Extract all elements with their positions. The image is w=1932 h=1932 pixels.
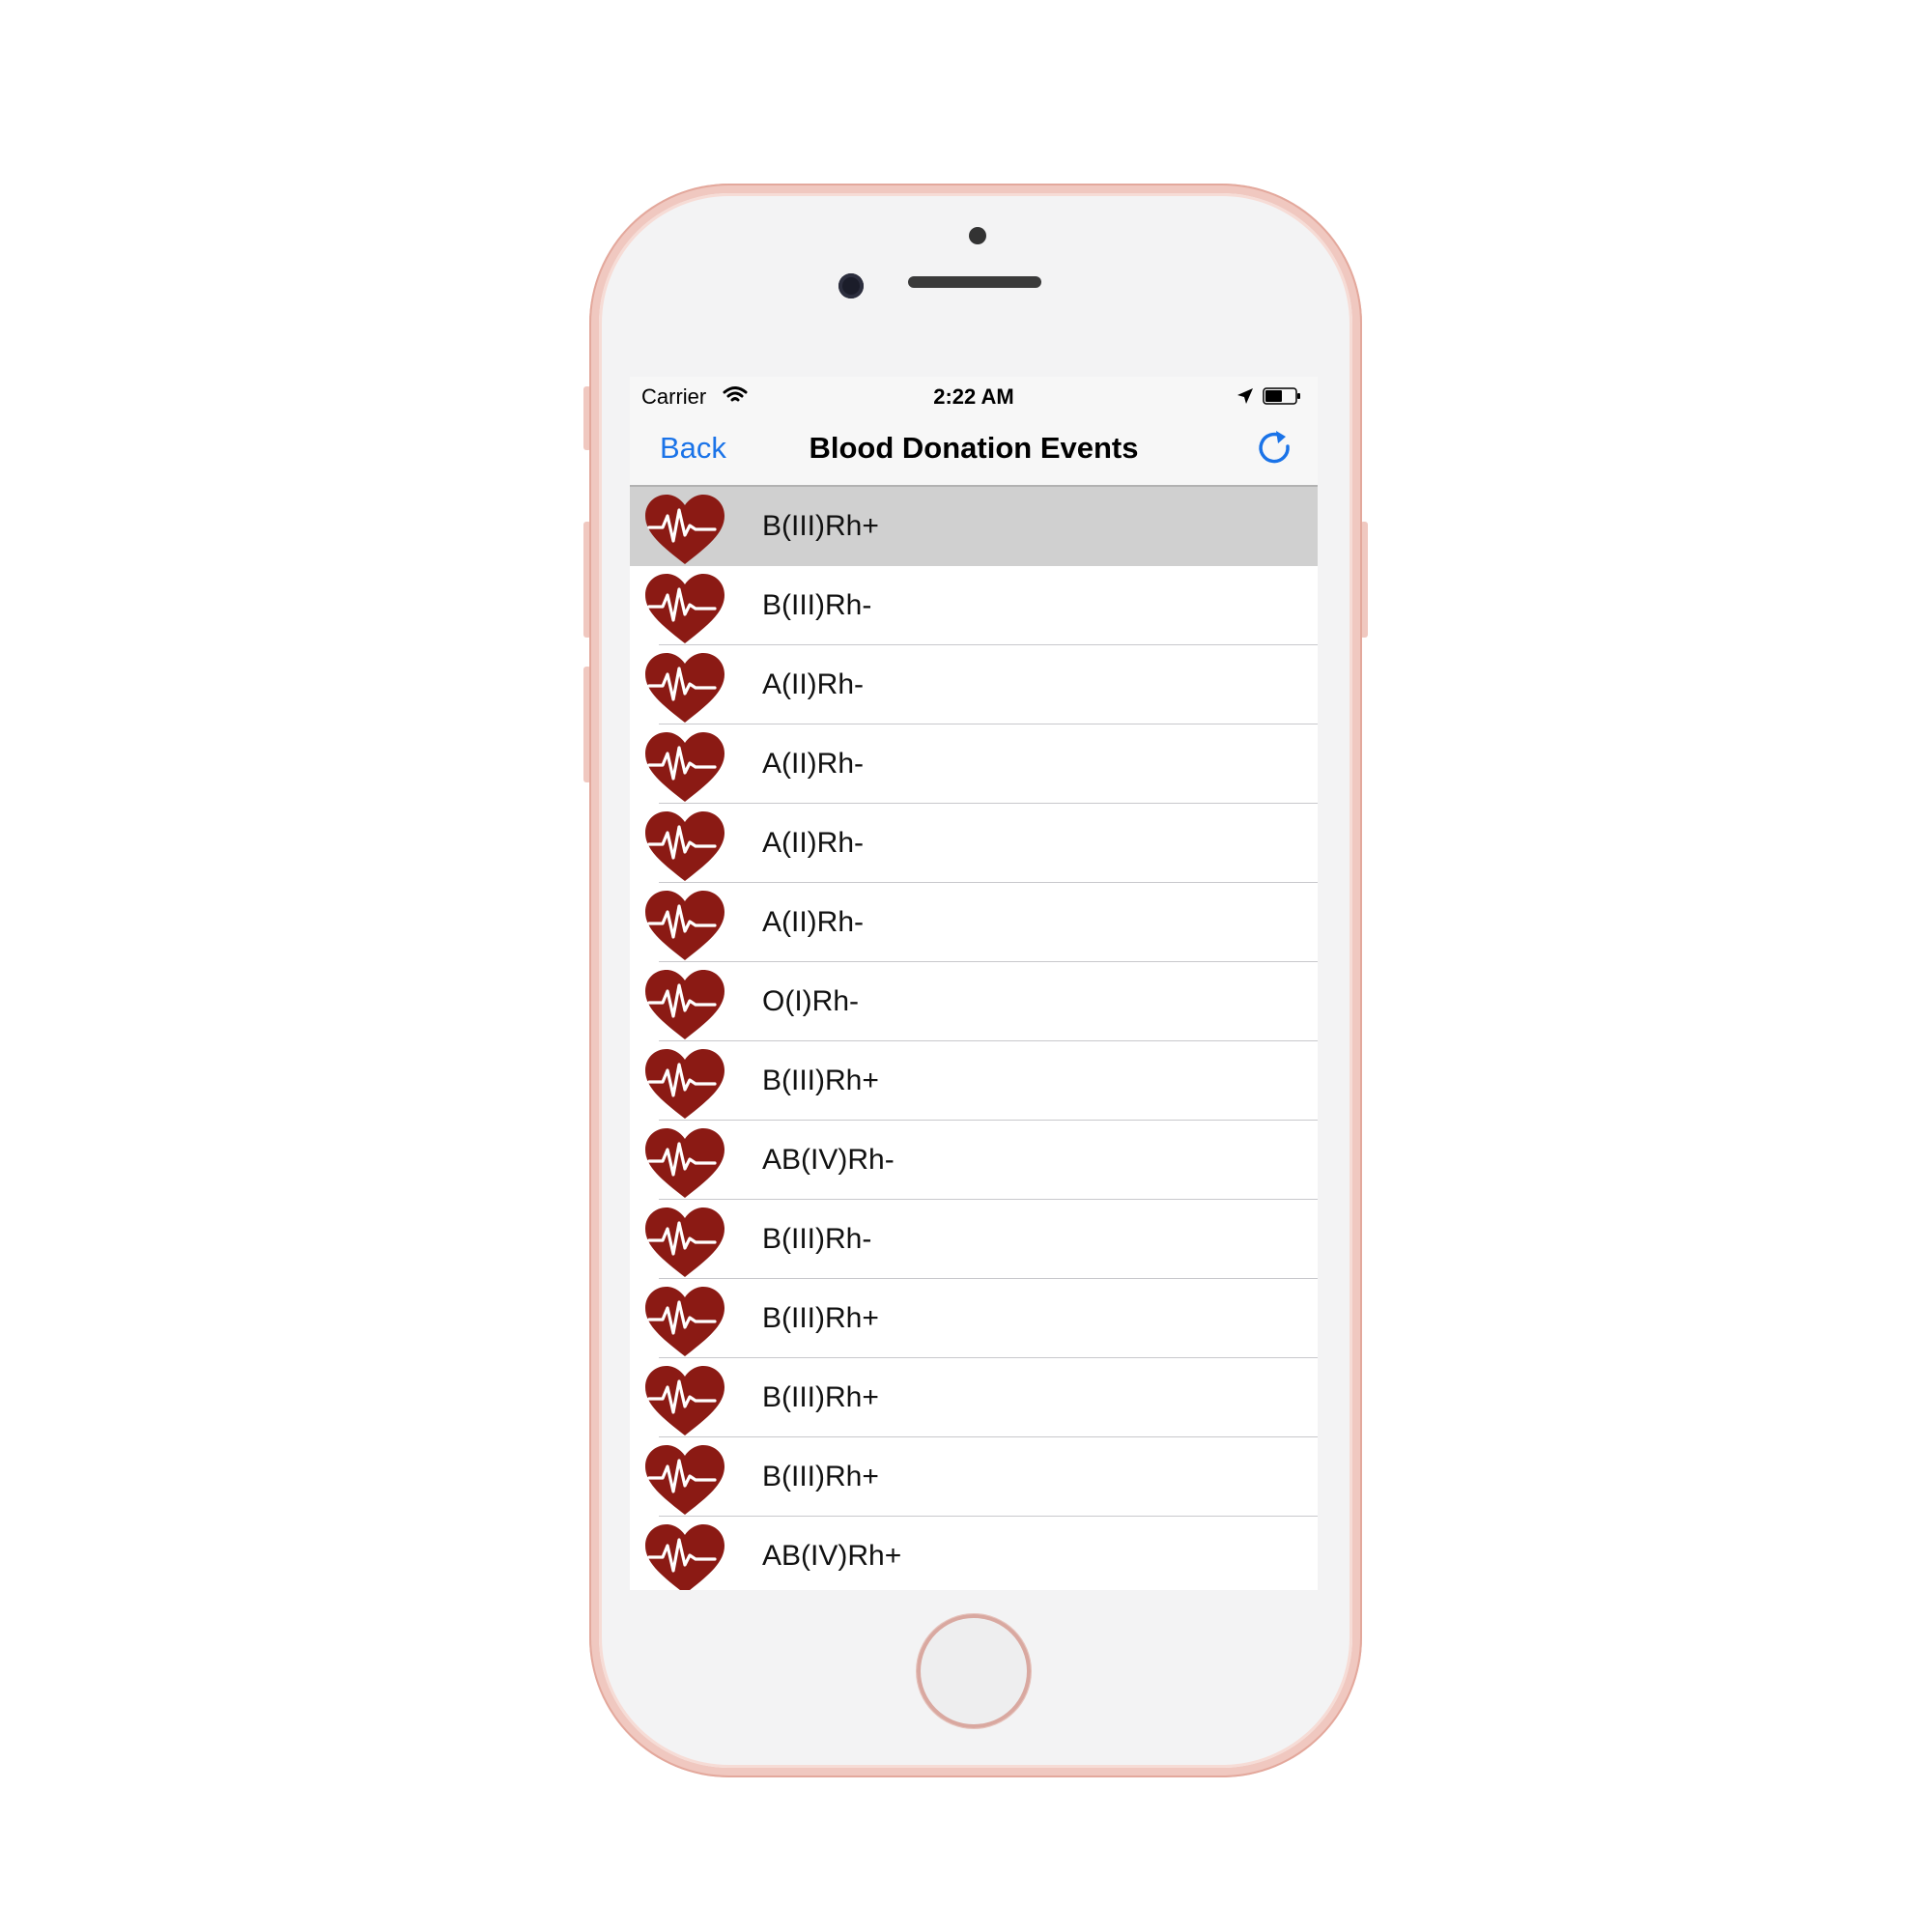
heart-pulse-icon <box>645 811 724 881</box>
battery-icon <box>1263 387 1300 405</box>
screen: Carrier 2:22 AM Back Blood Donation Even… <box>630 377 1318 1590</box>
list-item[interactable]: B(III)Rh+ <box>630 1279 1318 1358</box>
blood-type-label: AB(IV)Rh+ <box>762 1540 902 1572</box>
list-item[interactable]: AB(IV)Rh- <box>630 1121 1318 1200</box>
heart-pulse-icon <box>645 1524 724 1590</box>
earpiece-speaker <box>908 276 1041 288</box>
list-item[interactable]: B(III)Rh+ <box>630 487 1318 566</box>
heart-pulse-icon <box>645 970 724 1039</box>
heart-pulse-icon <box>645 732 724 802</box>
blood-type-label: B(III)Rh+ <box>762 510 879 542</box>
blood-type-label: AB(IV)Rh- <box>762 1144 895 1176</box>
refresh-icon[interactable] <box>1253 427 1295 469</box>
heart-pulse-icon <box>645 1366 724 1435</box>
heart-pulse-icon <box>645 1287 724 1356</box>
list-item[interactable]: A(II)Rh- <box>630 804 1318 883</box>
blood-type-label: A(II)Rh- <box>762 748 864 780</box>
blood-type-label: A(II)Rh- <box>762 906 864 938</box>
list-item[interactable]: B(III)Rh- <box>630 566 1318 645</box>
list-item[interactable]: B(III)Rh+ <box>630 1358 1318 1437</box>
proximity-sensor <box>969 227 986 244</box>
blood-type-label: B(III)Rh+ <box>762 1302 879 1334</box>
blood-type-label: B(III)Rh+ <box>762 1065 879 1096</box>
blood-type-label: B(III)Rh+ <box>762 1381 879 1413</box>
status-bar: Carrier 2:22 AM <box>630 377 1318 415</box>
location-arrow-icon <box>1237 388 1253 404</box>
heart-pulse-icon <box>645 1445 724 1515</box>
heart-pulse-icon <box>645 1128 724 1198</box>
list-item[interactable]: A(II)Rh- <box>630 724 1318 804</box>
page-title: Blood Donation Events <box>809 431 1139 465</box>
heart-pulse-icon <box>645 574 724 643</box>
list-item[interactable]: O(I)Rh- <box>630 962 1318 1041</box>
heart-pulse-icon <box>645 495 724 564</box>
blood-type-label: B(III)Rh+ <box>762 1461 879 1492</box>
list-item[interactable]: B(III)Rh+ <box>630 1041 1318 1121</box>
home-button[interactable] <box>917 1614 1031 1728</box>
list-item[interactable]: B(III)Rh- <box>630 1200 1318 1279</box>
list-item[interactable]: A(II)Rh- <box>630 883 1318 962</box>
status-time: 2:22 AM <box>933 384 1014 409</box>
front-camera <box>838 273 864 298</box>
heart-pulse-icon <box>645 891 724 960</box>
navigation-bar: Back Blood Donation Events <box>630 415 1318 487</box>
blood-type-label: O(I)Rh- <box>762 985 859 1017</box>
heart-pulse-icon <box>645 653 724 723</box>
event-list: B(III)Rh+ B(III)Rh- A(II)Rh- A(II)Rh- A(… <box>630 487 1318 1590</box>
heart-pulse-icon <box>645 1208 724 1277</box>
heart-pulse-icon <box>645 1049 724 1119</box>
blood-type-label: A(II)Rh- <box>762 668 864 700</box>
blood-type-label: B(III)Rh- <box>762 1223 872 1255</box>
list-item[interactable]: B(III)Rh+ <box>630 1437 1318 1517</box>
list-item[interactable]: AB(IV)Rh+ <box>630 1517 1318 1590</box>
list-item[interactable]: A(II)Rh- <box>630 645 1318 724</box>
blood-type-label: B(III)Rh- <box>762 589 872 621</box>
blood-type-label: A(II)Rh- <box>762 827 864 859</box>
